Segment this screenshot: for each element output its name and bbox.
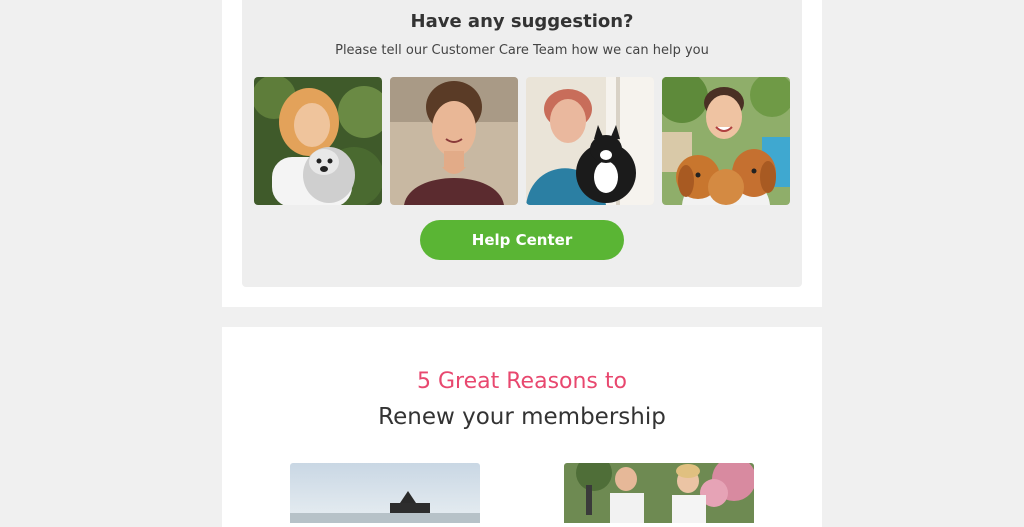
reason-photo-2 (564, 463, 754, 523)
customer-care-photo-2 (390, 77, 518, 205)
suggestion-card: Have any suggestion? Please tell our Cus… (222, 0, 822, 307)
reason-photo-1 (290, 463, 480, 523)
reasons-title-line2: Renew your membership (378, 404, 666, 430)
suggestion-subtitle: Please tell our Customer Care Team how w… (335, 43, 709, 58)
customer-care-photo-3 (526, 77, 654, 205)
reasons-title-line1: 5 Great Reasons to (417, 369, 627, 394)
suggestion-title: Have any suggestion? (410, 11, 634, 32)
reasons-card: 5 Great Reasons to Renew your membership (222, 327, 822, 527)
customer-care-photo-4 (662, 77, 790, 205)
customer-care-photo-1 (254, 77, 382, 205)
help-center-button[interactable]: Help Center (420, 220, 624, 260)
suggestion-panel: Have any suggestion? Please tell our Cus… (242, 0, 802, 287)
